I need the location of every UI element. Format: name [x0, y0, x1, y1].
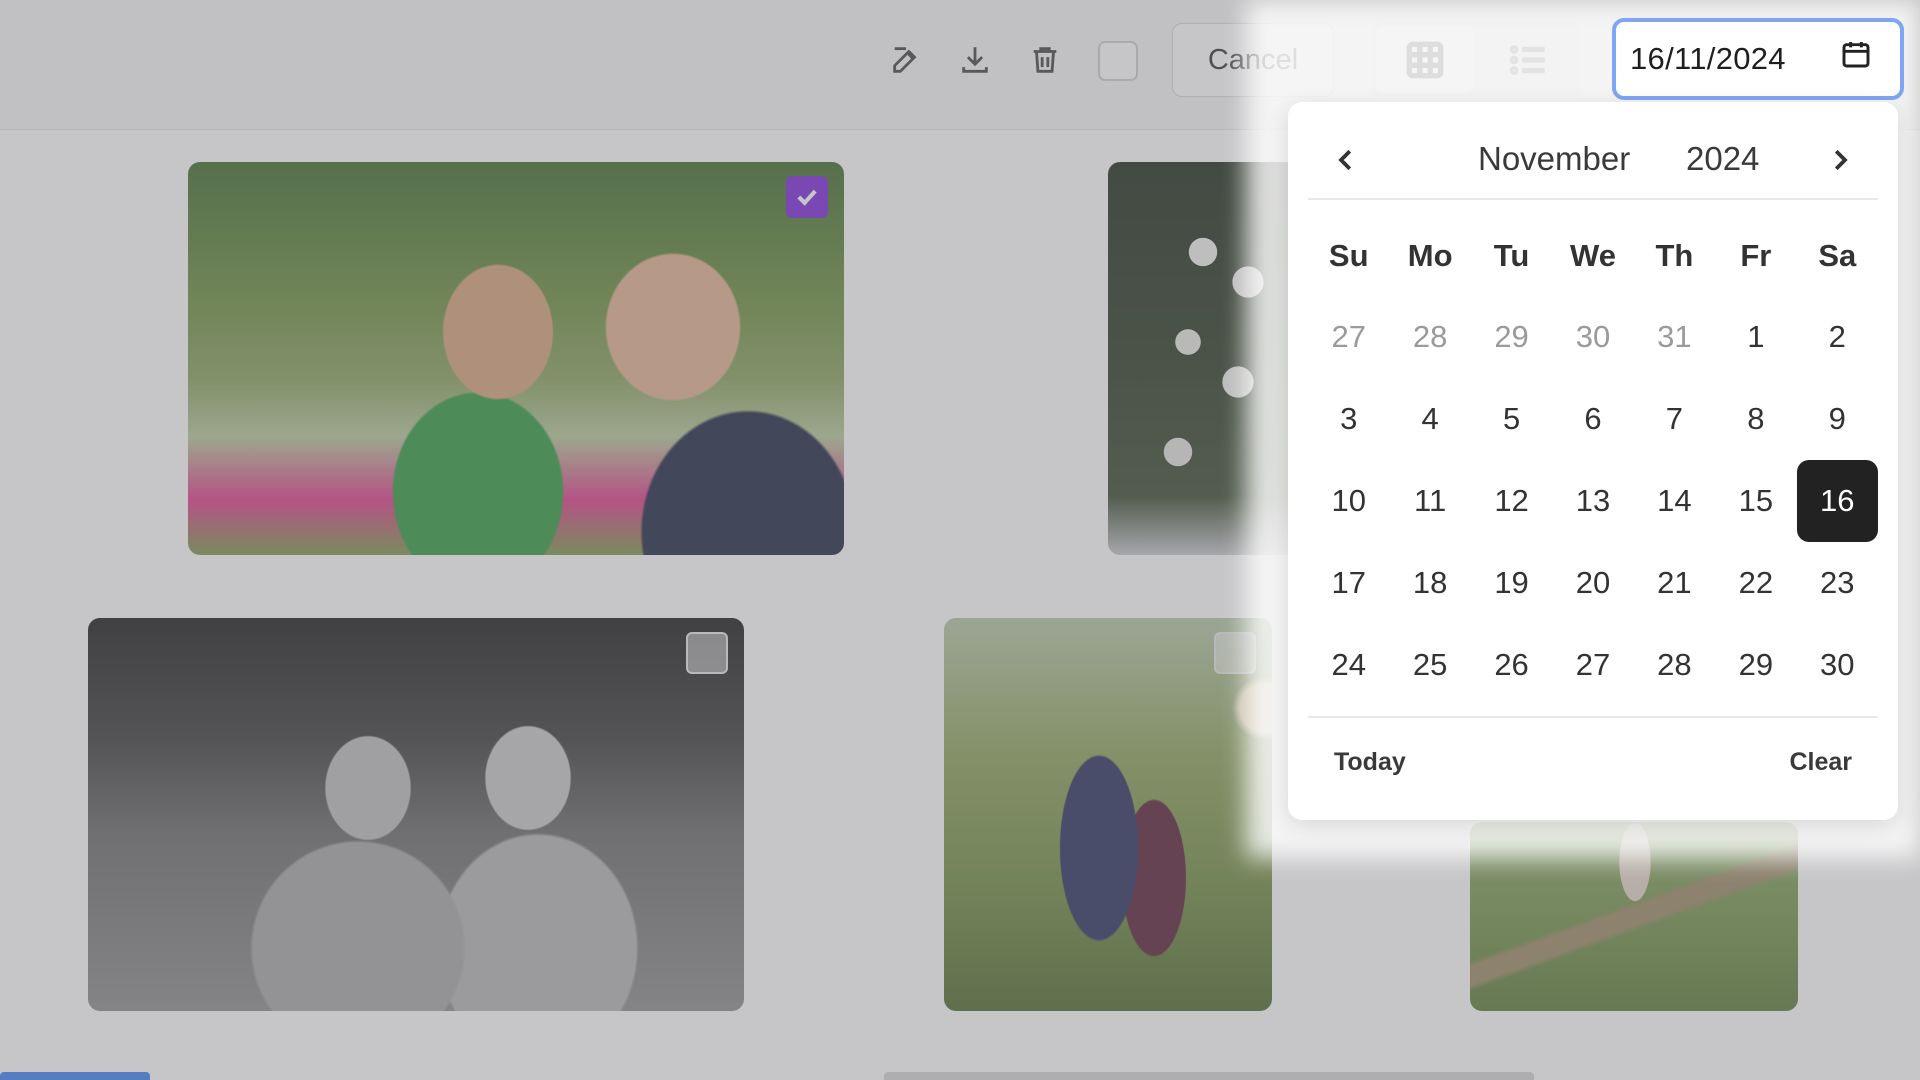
day-cell[interactable]: 19 — [1471, 542, 1552, 624]
photo-boys-playing[interactable] — [188, 162, 844, 555]
day-cell[interactable]: 31 — [1634, 296, 1715, 378]
photo-checkbox[interactable] — [686, 632, 728, 674]
date-picker-popover: November 2024 Su Mo Tu We Th Fr Sa 27 28 2… — [1288, 102, 1898, 820]
previous-month-button[interactable] — [1320, 134, 1372, 186]
day-cell[interactable]: 13 — [1552, 460, 1633, 542]
day-cell[interactable]: 6 — [1552, 378, 1633, 460]
calendar-footer: Today Clear — [1308, 716, 1878, 806]
day-cell[interactable]: 11 — [1389, 460, 1470, 542]
weekday-label: Th — [1655, 238, 1694, 273]
chevron-left-icon — [1338, 149, 1352, 171]
day-cell[interactable]: 28 — [1389, 296, 1470, 378]
day-cell[interactable]: 27 — [1308, 296, 1389, 378]
download-icon[interactable] — [955, 40, 995, 80]
day-cell[interactable]: 18 — [1389, 542, 1470, 624]
day-grid: 27 28 29 30 31 1 2 3 4 5 6 7 8 9 10 11 12 13 14 15 16 17 18 19 2… — [1308, 296, 1878, 706]
day-cell-selected[interactable]: 16 — [1796, 460, 1878, 542]
day-cell[interactable]: 25 — [1389, 624, 1470, 706]
cancel-button[interactable]: Cancel — [1172, 23, 1334, 97]
today-button[interactable]: Today — [1324, 742, 1416, 783]
day-cell[interactable]: 22 — [1715, 542, 1796, 624]
clear-button[interactable]: Clear — [1779, 742, 1862, 783]
day-cell[interactable]: 29 — [1471, 296, 1552, 378]
select-all-checkbox[interactable] — [1098, 41, 1138, 81]
day-cell[interactable]: 20 — [1552, 542, 1633, 624]
check-icon — [797, 189, 817, 206]
photo-kids-reading[interactable] — [944, 618, 1272, 1011]
photo-girls-laughing[interactable] — [88, 618, 744, 1011]
edit-icon[interactable] — [886, 40, 926, 80]
date-input[interactable]: 16/11/2024 — [1612, 18, 1904, 100]
day-cell[interactable]: 8 — [1715, 378, 1796, 460]
trash-icon[interactable] — [1025, 40, 1065, 80]
grid-view-button[interactable] — [1376, 26, 1474, 94]
list-view-icon — [1509, 45, 1545, 75]
day-cell[interactable]: 3 — [1308, 378, 1389, 460]
view-toggle — [1372, 22, 1582, 98]
photo-checkbox[interactable] — [1214, 632, 1256, 674]
day-cell[interactable]: 30 — [1552, 296, 1633, 378]
weekday-label: Mo — [1407, 238, 1453, 273]
bottom-partial-element — [0, 1072, 150, 1080]
next-month-button[interactable] — [1814, 134, 1866, 186]
day-cell[interactable]: 21 — [1634, 542, 1715, 624]
month-label[interactable]: November — [1478, 140, 1630, 178]
day-cell[interactable]: 30 — [1797, 624, 1878, 706]
day-cell[interactable]: 17 — [1308, 542, 1389, 624]
day-cell[interactable]: 23 — [1797, 542, 1878, 624]
calendar-icon[interactable] — [1840, 38, 1882, 80]
year-label[interactable]: 2024 — [1686, 140, 1759, 178]
weekday-label: Su — [1328, 238, 1369, 273]
day-cell[interactable]: 10 — [1308, 460, 1389, 542]
bottom-partial-element — [884, 1072, 1534, 1080]
list-view-button[interactable] — [1480, 26, 1578, 94]
calendar-header: November 2024 — [1308, 122, 1878, 200]
date-input-value: 16/11/2024 — [1630, 41, 1786, 76]
day-cell[interactable]: 14 — [1634, 460, 1715, 542]
weekday-header-row: Su Mo Tu We Th Fr Sa — [1308, 226, 1878, 286]
day-cell[interactable]: 27 — [1552, 624, 1633, 706]
grid-view-icon — [1406, 41, 1444, 79]
photo-checkbox-checked[interactable] — [786, 176, 828, 218]
weekday-label: Fr — [1740, 238, 1772, 273]
day-cell[interactable]: 15 — [1715, 460, 1796, 542]
weekday-label: Tu — [1493, 238, 1530, 273]
day-cell[interactable]: 26 — [1471, 624, 1552, 706]
day-cell[interactable]: 29 — [1715, 624, 1796, 706]
day-cell[interactable]: 5 — [1471, 378, 1552, 460]
day-cell[interactable]: 28 — [1634, 624, 1715, 706]
day-cell[interactable]: 12 — [1471, 460, 1552, 542]
weekday-label: Sa — [1818, 238, 1857, 273]
day-cell[interactable]: 2 — [1797, 296, 1878, 378]
day-cell[interactable]: 7 — [1634, 378, 1715, 460]
day-cell[interactable]: 1 — [1715, 296, 1796, 378]
chevron-right-icon — [1834, 149, 1848, 171]
weekday-label: We — [1570, 238, 1616, 273]
day-cell[interactable]: 24 — [1308, 624, 1389, 706]
photo-path-walking[interactable] — [1470, 822, 1798, 1011]
day-cell[interactable]: 9 — [1797, 378, 1878, 460]
day-cell[interactable]: 4 — [1389, 378, 1470, 460]
